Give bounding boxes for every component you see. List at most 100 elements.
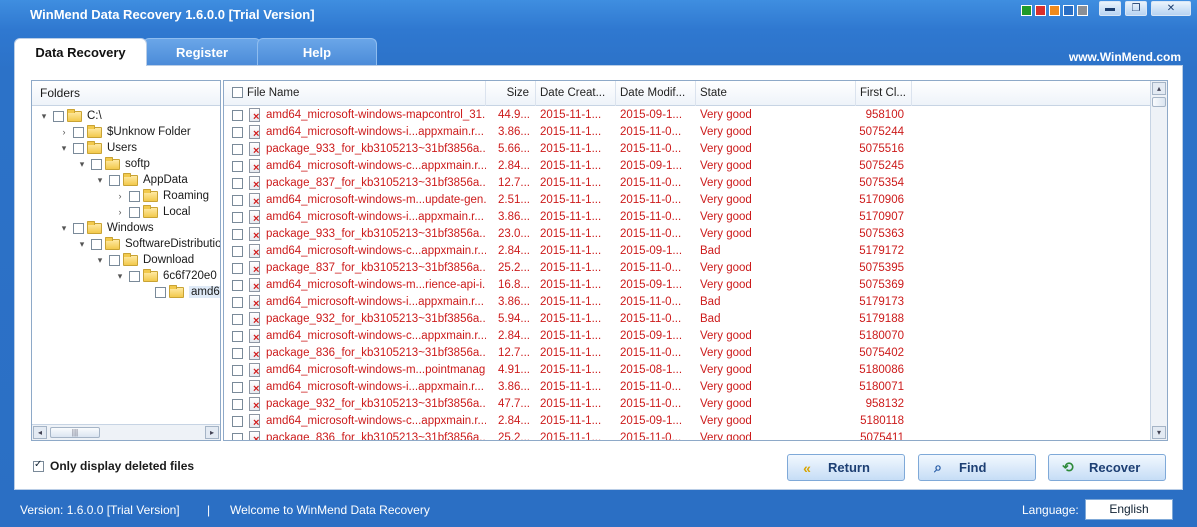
table-row[interactable]: package_932_for_kb3105213~31bf3856a... 47… [224, 396, 1149, 413]
scroll-up-icon[interactable]: ▴ [1152, 82, 1166, 95]
minimize-button[interactable]: ▬ [1099, 1, 1121, 16]
website-link[interactable]: www.WinMend.com [1069, 50, 1181, 64]
row-checkbox[interactable] [232, 348, 243, 359]
tree-node-roaming[interactable]: › Roaming [114, 188, 209, 204]
table-row[interactable]: package_933_for_kb3105213~31bf3856a... 5.… [224, 141, 1149, 158]
folder-checkbox[interactable] [109, 174, 120, 186]
table-row[interactable]: amd64_microsoft-windows-i...appxmain.r..… [224, 124, 1149, 141]
scroll-left-icon[interactable]: ◂ [33, 426, 47, 439]
expand-toggle-icon[interactable]: ▾ [114, 271, 126, 282]
expand-toggle-icon[interactable]: ▾ [76, 159, 88, 170]
table-row[interactable]: amd64_microsoft-windows-i...appxmain.r..… [224, 294, 1149, 311]
row-checkbox[interactable] [232, 416, 243, 427]
row-checkbox[interactable] [232, 178, 243, 189]
select-all-checkbox[interactable] [232, 87, 243, 98]
table-row[interactable]: package_836_for_kb3105213~31bf3856a... 25… [224, 430, 1149, 440]
column-size[interactable]: Size [486, 81, 536, 106]
expand-toggle-icon[interactable]: ▾ [38, 111, 50, 122]
scroll-thumb[interactable]: ||| [50, 427, 100, 438]
folder-checkbox[interactable] [155, 286, 166, 298]
table-row[interactable]: amd64_microsoft-windows-m...update-gen..… [224, 192, 1149, 209]
table-row[interactable]: amd64_microsoft-windows-c...appxmain.r..… [224, 328, 1149, 345]
column-date-created[interactable]: Date Creat... [536, 81, 616, 106]
only-deleted-checkbox[interactable] [33, 459, 44, 472]
table-row[interactable]: amd64_microsoft-windows-c...appxmain.r..… [224, 158, 1149, 175]
table-row[interactable]: package_932_for_kb3105213~31bf3856a... 5.… [224, 311, 1149, 328]
table-row[interactable]: package_836_for_kb3105213~31bf3856a... 12… [224, 345, 1149, 362]
skin-swatch-blue[interactable] [1063, 5, 1074, 16]
scroll-right-icon[interactable]: ▸ [205, 426, 219, 439]
table-row[interactable]: amd64_microsoft-windows-c...appxmain.r..… [224, 243, 1149, 260]
skin-swatch-orange[interactable] [1049, 5, 1060, 16]
row-checkbox[interactable] [232, 212, 243, 223]
row-checkbox[interactable] [232, 144, 243, 155]
tree-node-download[interactable]: ▾ Download [94, 252, 194, 268]
only-deleted-toggle[interactable]: Only display deleted files [33, 459, 194, 473]
folder-checkbox[interactable] [53, 110, 64, 122]
expand-toggle-icon[interactable]: › [114, 191, 126, 201]
folder-checkbox[interactable] [91, 238, 102, 250]
table-row[interactable]: amd64_microsoft-windows-m...pointmanag..… [224, 362, 1149, 379]
tree-node-windows[interactable]: ▾ Windows [58, 220, 154, 236]
row-checkbox[interactable] [232, 433, 243, 440]
column-first-cluster[interactable]: First Cl... [856, 81, 912, 106]
row-checkbox[interactable] [232, 280, 243, 291]
row-checkbox[interactable] [232, 297, 243, 308]
expand-toggle-icon[interactable]: ▾ [94, 175, 106, 186]
folder-checkbox[interactable] [73, 142, 84, 154]
row-checkbox[interactable] [232, 229, 243, 240]
skin-swatch-gray[interactable] [1077, 5, 1088, 16]
file-list-vertical-scrollbar[interactable]: ▴ ▾ [1150, 81, 1167, 440]
table-row[interactable]: amd64_microsoft-windows-c...appxmain.r..… [224, 413, 1149, 430]
folder-checkbox[interactable] [129, 270, 140, 282]
find-button[interactable]: ⌕ Find [918, 454, 1036, 481]
row-checkbox[interactable] [232, 314, 243, 325]
folder-checkbox[interactable] [73, 126, 84, 138]
row-checkbox[interactable] [232, 399, 243, 410]
table-row[interactable]: package_837_for_kb3105213~31bf3856a... 12… [224, 175, 1149, 192]
folders-horizontal-scrollbar[interactable]: ◂ ||| ▸ [32, 424, 220, 440]
row-checkbox[interactable] [232, 127, 243, 138]
scroll-thumb[interactable] [1152, 97, 1166, 107]
scroll-down-icon[interactable]: ▾ [1152, 426, 1166, 439]
row-checkbox[interactable] [232, 246, 243, 257]
tree-node-software-distribution[interactable]: ▾ SoftwareDistributio [76, 236, 220, 252]
tab-data-recovery[interactable]: Data Recovery [14, 38, 147, 66]
expand-toggle-icon[interactable]: ▾ [76, 239, 88, 250]
expand-toggle-icon[interactable]: ▾ [58, 143, 70, 154]
tree-node-amd64[interactable]: amd64 [140, 284, 220, 300]
row-checkbox[interactable] [232, 382, 243, 393]
tab-register[interactable]: Register [143, 38, 261, 66]
row-checkbox[interactable] [232, 263, 243, 274]
tree-node-6c6f720e0[interactable]: ▾ 6c6f720e0 [114, 268, 217, 284]
expand-toggle-icon[interactable]: › [58, 127, 70, 137]
close-button[interactable]: ✕ [1151, 1, 1191, 16]
expand-toggle-icon[interactable]: ▾ [94, 255, 106, 266]
row-checkbox[interactable] [232, 365, 243, 376]
folder-checkbox[interactable] [109, 254, 120, 266]
folder-checkbox[interactable] [73, 222, 84, 234]
row-checkbox[interactable] [232, 110, 243, 121]
expand-toggle-icon[interactable]: › [114, 207, 126, 217]
column-state[interactable]: State [696, 81, 856, 106]
tab-help[interactable]: Help [257, 38, 377, 66]
table-row[interactable]: package_933_for_kb3105213~31bf3856a... 23… [224, 226, 1149, 243]
language-select[interactable]: English [1085, 499, 1173, 520]
row-checkbox[interactable] [232, 331, 243, 342]
skin-swatch-red[interactable] [1035, 5, 1046, 16]
tree-node-c-drive[interactable]: ▾ C:\ [38, 108, 102, 124]
recover-button[interactable]: ⟲ Recover [1048, 454, 1166, 481]
folder-checkbox[interactable] [129, 206, 140, 218]
tree-node-users[interactable]: ▾ Users [58, 140, 137, 156]
tree-node-unknow-folder[interactable]: › $Unknow Folder [58, 124, 191, 140]
skin-swatch-green[interactable] [1021, 5, 1032, 16]
row-checkbox[interactable] [232, 161, 243, 172]
return-button[interactable]: « Return [787, 454, 905, 481]
tree-node-local[interactable]: › Local [114, 204, 191, 220]
row-checkbox[interactable] [232, 195, 243, 206]
column-file-name[interactable]: File Name [224, 81, 486, 106]
folder-checkbox[interactable] [91, 158, 102, 170]
table-row[interactable]: amd64_microsoft-windows-mapcontrol_31...… [224, 107, 1149, 124]
table-row[interactable]: amd64_microsoft-windows-m...rience-api-i… [224, 277, 1149, 294]
table-row[interactable]: amd64_microsoft-windows-i...appxmain.r..… [224, 379, 1149, 396]
